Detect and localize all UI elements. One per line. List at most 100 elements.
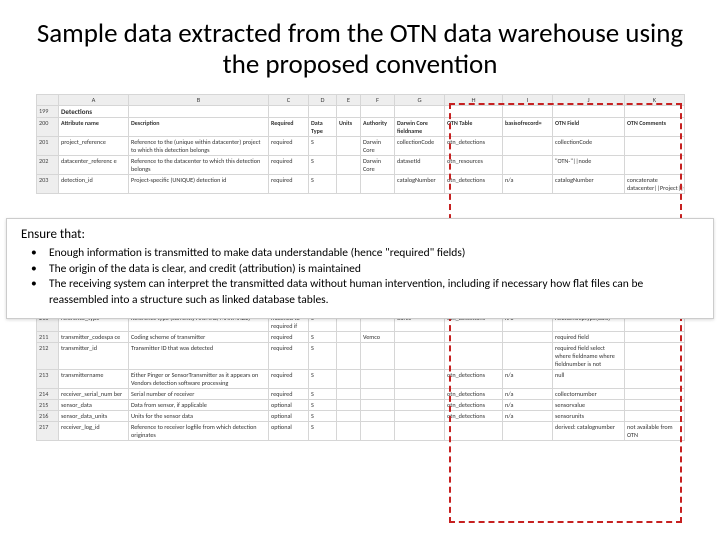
cell (395, 411, 445, 422)
cell (337, 422, 361, 441)
cell (395, 106, 445, 118)
cell: Project-specific (UNIQUE) detection id (129, 175, 269, 194)
cell (361, 389, 395, 400)
cell: otn_detections (445, 370, 503, 389)
table-row: 216sensor_data_unitsUnits for the sensor… (37, 411, 685, 422)
cell (503, 343, 553, 370)
cell: required field (553, 332, 625, 343)
cell (395, 332, 445, 343)
cell: S (309, 411, 337, 422)
cell: n/a (503, 370, 553, 389)
cell: 203 (37, 175, 59, 194)
cell (445, 422, 503, 441)
cell (395, 343, 445, 370)
section-row: 199Detections (37, 106, 685, 118)
cell: Vemco (361, 332, 395, 343)
cell: sensor_data (59, 400, 129, 411)
cell (337, 137, 361, 156)
cell (361, 422, 395, 441)
slide-title: Sample data extracted from the OTN data … (28, 18, 692, 80)
col-k: K (625, 95, 685, 106)
cell (337, 156, 361, 175)
cell (337, 389, 361, 400)
cell: collectionCode (553, 137, 625, 156)
cell: detection_id (59, 175, 129, 194)
cell (129, 106, 269, 118)
cell: 213 (37, 370, 59, 389)
cell (445, 106, 503, 118)
cell: otn_detections (445, 400, 503, 411)
cell (625, 411, 685, 422)
cell: optional (269, 422, 309, 441)
cell (361, 411, 395, 422)
table-row: 213transmitternameEither Pinger or Senso… (37, 370, 685, 389)
cell (625, 343, 685, 370)
cell: 214 (37, 389, 59, 400)
cell: n/a (503, 400, 553, 411)
cell: optional (269, 400, 309, 411)
cell (503, 332, 553, 343)
cell (337, 370, 361, 389)
table-row: 217receiver_log_idReference to receiver … (37, 422, 685, 441)
cell: derived: catalognumber (553, 422, 625, 441)
cell: OTN Table (445, 118, 503, 137)
cell (503, 137, 553, 156)
col-h: H (445, 95, 503, 106)
cell: Reference to receiver logfile from which… (129, 422, 269, 441)
cell (625, 370, 685, 389)
cell: Data from sensor, if applicable (129, 400, 269, 411)
cell: sensorunits (553, 411, 625, 422)
overlay-bullet: The receiving system can interpret the t… (49, 277, 699, 308)
cell: otn_detections (445, 389, 503, 400)
col-g: G (395, 95, 445, 106)
cell: Units for the sensor data (129, 411, 269, 422)
cell: collectornumber (553, 389, 625, 400)
overlay-bullet: Enough information is transmitted to mak… (49, 246, 699, 262)
table-row: 212transmitter_idTransmitter ID that was… (37, 343, 685, 370)
cell (337, 175, 361, 194)
cell: Attribute name (59, 118, 129, 137)
cell (503, 106, 553, 118)
cell (309, 106, 337, 118)
spreadsheet-table: A B C D E F G H I J K 199Detections200At… (36, 94, 685, 194)
cell: Darwin Core fieldname (395, 118, 445, 137)
table-row: 201project_referenceReference to the (un… (37, 137, 685, 156)
cell (445, 332, 503, 343)
cell: S (309, 400, 337, 411)
cell: project_reference (59, 137, 129, 156)
col-j: J (553, 95, 625, 106)
cell: 211 (37, 332, 59, 343)
cell: datacenter_referenc e (59, 156, 129, 175)
cell (445, 343, 503, 370)
cell (337, 332, 361, 343)
cell: required (269, 137, 309, 156)
cell: Transmitter ID that was detected (129, 343, 269, 370)
cell: S (309, 332, 337, 343)
cell (625, 106, 685, 118)
cell: n/a (503, 389, 553, 400)
table-row: 203detection_idProject-specific (UNIQUE)… (37, 175, 685, 194)
cell: Darwin Core (361, 156, 395, 175)
cell (553, 106, 625, 118)
cell (361, 400, 395, 411)
cell: 199 (37, 106, 59, 118)
cell (625, 400, 685, 411)
overlay-heading: Ensure that: (21, 227, 699, 242)
cell (395, 422, 445, 441)
table-row: 214receiver_serial_num berSerial number … (37, 389, 685, 400)
cell: required (269, 332, 309, 343)
cell: 201 (37, 137, 59, 156)
col-d: D (309, 95, 337, 106)
col-f: F (361, 95, 395, 106)
cell: S (309, 370, 337, 389)
cell: receiver_serial_num ber (59, 389, 129, 400)
cell: OTN Comments (625, 118, 685, 137)
cell (361, 106, 395, 118)
ensure-that-overlay: Ensure that: Enough information is trans… (6, 218, 714, 319)
cell: S (309, 389, 337, 400)
cell: 202 (37, 156, 59, 175)
cell: collectionCode (395, 137, 445, 156)
column-letters-row: A B C D E F G H I J K (37, 95, 685, 106)
cell: Data Type (309, 118, 337, 137)
cell: 217 (37, 422, 59, 441)
